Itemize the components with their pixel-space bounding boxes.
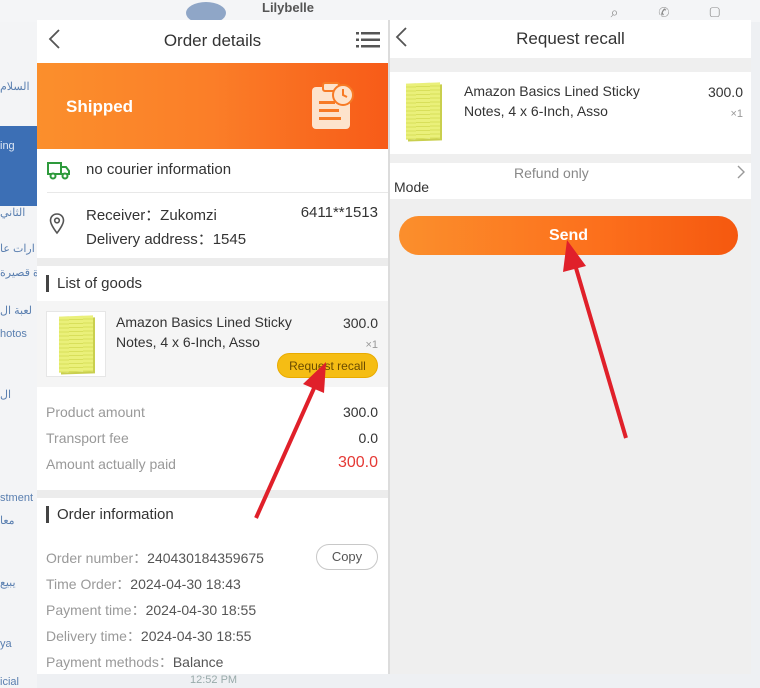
product-price: 300.0 bbox=[707, 84, 743, 100]
sidebar-text: ارات عا bbox=[0, 243, 35, 255]
sidebar-text: ya bbox=[0, 638, 12, 650]
product-quantity: ×1 bbox=[365, 339, 378, 351]
sidebar-text: hotos bbox=[0, 328, 27, 340]
section-gap bbox=[37, 258, 388, 266]
section-marker bbox=[46, 275, 49, 292]
product-thumbnail bbox=[401, 79, 445, 143]
product-name-line: Amazon Basics Lined Sticky bbox=[116, 314, 292, 330]
payment-time: 2024-04-30 18:55 bbox=[145, 602, 257, 618]
product-price: 300.0 bbox=[342, 315, 378, 331]
courier-info-text: no courier information bbox=[86, 161, 232, 178]
product-name: Amazon Basics Lined Sticky Notes, 4 x 6-… bbox=[464, 81, 640, 121]
order-details-header: Order details bbox=[37, 20, 388, 62]
product-name-line: Amazon Basics Lined Sticky bbox=[464, 83, 640, 99]
sidebar-text: icial bbox=[0, 676, 19, 688]
page-title: Order details bbox=[163, 31, 262, 50]
section-marker bbox=[46, 506, 49, 523]
receiver-name: Receiver：Zukomzi bbox=[86, 207, 217, 224]
amount-paid-value: 300.0 bbox=[337, 454, 378, 471]
list-menu-icon[interactable] bbox=[356, 31, 380, 54]
courier-row: no courier information bbox=[37, 149, 388, 192]
info-label: Order number： bbox=[46, 550, 148, 566]
product-name-line: Notes, 4 x 6-Inch, Asso bbox=[116, 334, 260, 350]
order-time: 2024-04-30 18:43 bbox=[130, 576, 241, 592]
info-label: Time Order： bbox=[46, 576, 131, 592]
goods-section-title: List of goods bbox=[57, 275, 143, 292]
section-gap bbox=[37, 490, 388, 498]
order-number-row: Order number：240430184359675 bbox=[46, 548, 264, 568]
goods-item: Amazon Basics Lined Sticky Notes, 4 x 6-… bbox=[37, 301, 388, 387]
payment-method: Balance bbox=[172, 654, 224, 670]
payment-method-row: Payment methods：Balance bbox=[46, 652, 223, 672]
info-label: Payment time： bbox=[46, 602, 146, 618]
sidebar-text: stment bbox=[0, 492, 34, 504]
contact-name: Lilybelle bbox=[262, 0, 315, 15]
location-pin-icon bbox=[49, 213, 65, 240]
sidebar-text: معا bbox=[0, 515, 15, 527]
goods-section-header: List of goods bbox=[37, 267, 388, 301]
sidebar-text: لعبة ال bbox=[0, 305, 32, 317]
refund-mode-value: Refund only bbox=[514, 165, 589, 181]
amount-label: Product amount bbox=[46, 404, 145, 420]
shipped-status-banner: Shipped bbox=[37, 63, 388, 149]
delivery-address: Delivery address：1545 bbox=[86, 231, 247, 248]
delivery-time: 2024-04-30 18:55 bbox=[140, 628, 252, 644]
amount-label: Transport fee bbox=[46, 430, 129, 446]
product-name-line: Notes, 4 x 6-Inch, Asso bbox=[464, 103, 608, 119]
request-recall-header: Request recall bbox=[390, 20, 751, 58]
sidebar-text: ing bbox=[0, 140, 15, 152]
amount-row: Transport fee 0.0 bbox=[46, 428, 378, 450]
sidebar-text: السلام bbox=[0, 81, 30, 93]
amount-row: Product amount 300.0 bbox=[46, 402, 378, 424]
mode-label: Mode bbox=[394, 179, 430, 195]
order-time-row: Time Order：2024-04-30 18:43 bbox=[46, 574, 241, 594]
product-quantity: ×1 bbox=[730, 108, 743, 120]
chevron-right-icon bbox=[737, 165, 745, 184]
amount-row: Amount actually paid 300.0 bbox=[46, 454, 378, 476]
request-recall-panel: Request recall Amazon Basics Lined Stick… bbox=[390, 20, 751, 674]
product-thumbnail bbox=[46, 311, 106, 377]
amount-label: Amount actually paid bbox=[46, 456, 176, 472]
sidebar-text: الثاني bbox=[0, 207, 26, 219]
order-details-panel: Order details Shipped no courier informa… bbox=[37, 20, 388, 674]
product-name: Amazon Basics Lined Sticky Notes, 4 x 6-… bbox=[116, 312, 292, 352]
order-info-section-header: Order information bbox=[37, 498, 388, 532]
sidebar-highlight bbox=[0, 126, 37, 206]
receiver-row: Receiver：Zukomzi 6411**1513 Delivery add… bbox=[37, 193, 388, 257]
sidebar-text: يبيع bbox=[0, 577, 16, 589]
delivery-time-row: Delivery time：2024-04-30 18:55 bbox=[46, 626, 251, 646]
copy-button[interactable]: Copy bbox=[316, 544, 378, 570]
amount-value: 0.0 bbox=[358, 430, 378, 446]
background-sidebar: السلام ing الثاني ارات عا ة قصيرة لعبة ا… bbox=[0, 22, 37, 688]
document-clock-icon bbox=[309, 81, 355, 136]
status-label: Shipped bbox=[66, 97, 134, 116]
order-number: 240430184359675 bbox=[147, 550, 264, 566]
request-recall-button[interactable]: Request recall bbox=[277, 353, 378, 378]
sidebar-text: ة قصيرة bbox=[0, 267, 37, 279]
payment-time-row: Payment time：2024-04-30 18:55 bbox=[46, 600, 256, 620]
order-info-section-title: Order information bbox=[57, 506, 174, 523]
info-label: Payment methods： bbox=[46, 654, 173, 670]
receiver-phone: 6411**1513 bbox=[300, 204, 378, 221]
page-title: Request recall bbox=[516, 29, 625, 48]
amount-value: 300.0 bbox=[342, 404, 378, 420]
background-timestamp: 12:52 PM bbox=[190, 674, 238, 686]
send-button[interactable]: Send bbox=[399, 216, 738, 255]
truck-icon bbox=[47, 159, 71, 186]
recall-goods-item: Amazon Basics Lined Sticky Notes, 4 x 6-… bbox=[390, 72, 751, 154]
topbar-icons: ⌕ ✆ ▢ bbox=[610, 4, 738, 20]
info-label: Delivery time： bbox=[46, 628, 141, 644]
sidebar-text: ال bbox=[0, 389, 12, 401]
mode-selector[interactable]: Refund only Mode bbox=[390, 163, 751, 199]
